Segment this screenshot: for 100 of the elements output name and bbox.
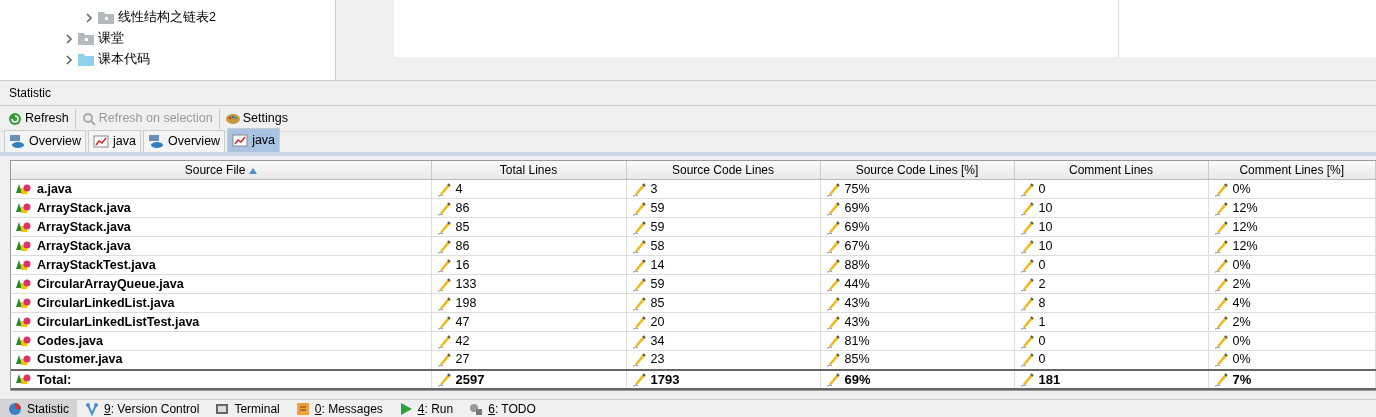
table-cell: 2% [1232, 313, 1251, 331]
pencil-icon [631, 276, 646, 292]
table-cell: 69% [844, 218, 870, 236]
package-icon [78, 32, 94, 45]
file-name: Total: [37, 370, 72, 388]
palette-icon [225, 111, 240, 126]
table-cell: 86 [455, 199, 470, 217]
tree-item[interactable]: 课堂 [98, 29, 124, 48]
table-cell: 2 [1038, 275, 1046, 293]
table-cell: 10 [1038, 218, 1053, 236]
table-cell: 43% [844, 294, 870, 312]
table-cell: 10 [1038, 199, 1053, 217]
pencil-icon [1213, 371, 1228, 387]
tool-window-button[interactable]: 4: Run [390, 400, 462, 417]
pencil-icon [1213, 295, 1228, 311]
table-cell: 16 [455, 256, 470, 274]
table-cell: 88% [844, 256, 870, 274]
pencil-icon [1019, 276, 1034, 292]
column-header[interactable]: Source Code Lines [626, 161, 820, 180]
table-cell: 20 [650, 313, 665, 331]
chart-icon [232, 133, 249, 148]
java-file-icon [16, 316, 32, 328]
table-cell: 198 [455, 294, 477, 312]
pencil-icon [1019, 295, 1034, 311]
pencil-icon [825, 276, 840, 292]
tab[interactable]: java [227, 128, 281, 152]
column-header[interactable]: Comment Lines [1014, 161, 1208, 180]
column-header[interactable]: Source File [11, 161, 431, 180]
pencil-icon [1019, 200, 1034, 216]
pencil-icon [436, 181, 451, 197]
pencil-icon [436, 295, 451, 311]
table-cell: 81% [844, 332, 870, 350]
pencil-icon [436, 276, 451, 292]
settings-button[interactable]: Settings [222, 109, 291, 128]
pencil-icon [825, 238, 840, 254]
table-cell: 1 [1038, 313, 1046, 331]
file-name: ArrayStack.java [37, 218, 131, 236]
pencil-icon [631, 238, 646, 254]
table-cell: 0 [1038, 256, 1046, 274]
table-cell: 69% [844, 370, 871, 388]
tab[interactable]: Overview [143, 130, 226, 152]
table-cell: 59 [650, 199, 665, 217]
branch-icon [85, 401, 99, 416]
pencil-icon [631, 314, 646, 330]
table-cell: 75% [844, 180, 870, 198]
file-name: CircularArrayQueue.java [37, 275, 184, 293]
column-header[interactable]: Total Lines [431, 161, 626, 180]
tool-window-button[interactable]: 0: Messages [287, 400, 391, 417]
tool-window-button[interactable]: Terminal [207, 400, 288, 417]
table-cell: 23 [650, 351, 665, 369]
pencil-icon [825, 352, 840, 368]
column-header[interactable]: Comment Lines [%] [1208, 161, 1376, 180]
pencil-icon [1213, 219, 1228, 235]
table-cell: 0% [1232, 332, 1251, 350]
refresh-button[interactable]: Refresh [5, 109, 72, 128]
pencil-icon [825, 181, 840, 197]
pencil-icon [436, 314, 451, 330]
file-name: Customer.java [37, 351, 123, 369]
table-cell: 181 [1038, 370, 1061, 388]
statistic-icon [8, 401, 22, 416]
pencil-icon [631, 352, 646, 368]
tool-window-button[interactable]: 9: Version Control [77, 400, 208, 417]
pencil-icon [631, 295, 646, 311]
file-name: CircularLinkedListTest.java [37, 313, 200, 331]
pencil-icon [1019, 257, 1034, 273]
pencil-icon [436, 200, 451, 216]
tool-window-button[interactable]: 6: TODO [461, 400, 544, 417]
tab[interactable]: java [88, 130, 142, 152]
table-cell: 59 [650, 218, 665, 236]
table-cell: 44% [844, 275, 870, 293]
table-cell: 86 [455, 237, 470, 255]
table-cell: 0 [1038, 332, 1046, 350]
pencil-icon [1019, 238, 1034, 254]
pencil-icon [825, 257, 840, 273]
java-file-icon [16, 353, 32, 366]
tree-item[interactable]: 线性结构之链表2 [118, 8, 216, 27]
tab[interactable]: Overview [4, 130, 87, 152]
pencil-icon [631, 181, 646, 197]
table-cell: 0% [1232, 256, 1251, 274]
tree-item[interactable]: 课本代码 [98, 50, 150, 69]
chart-icon [93, 134, 110, 149]
pencil-icon [631, 219, 646, 235]
package-icon [98, 11, 114, 24]
tool-window-button[interactable]: Statistic [0, 400, 77, 417]
table-cell: 42 [455, 332, 470, 350]
java-file-icon [16, 297, 32, 309]
pencil-icon [1213, 276, 1228, 292]
java-file-icon [16, 335, 32, 347]
column-header[interactable]: Source Code Lines [%] [820, 161, 1014, 180]
table-cell: 14 [650, 256, 665, 274]
table-cell: 8 [1038, 294, 1046, 312]
java-file-icon [16, 373, 32, 385]
overview-icon [9, 134, 25, 149]
pencil-icon [1019, 352, 1034, 368]
search-icon [81, 111, 96, 126]
table-cell: 12% [1232, 199, 1258, 217]
table-cell: 85 [650, 294, 665, 312]
table-cell: 85 [455, 218, 470, 236]
pencil-icon [436, 238, 451, 254]
terminal-icon [215, 401, 230, 416]
